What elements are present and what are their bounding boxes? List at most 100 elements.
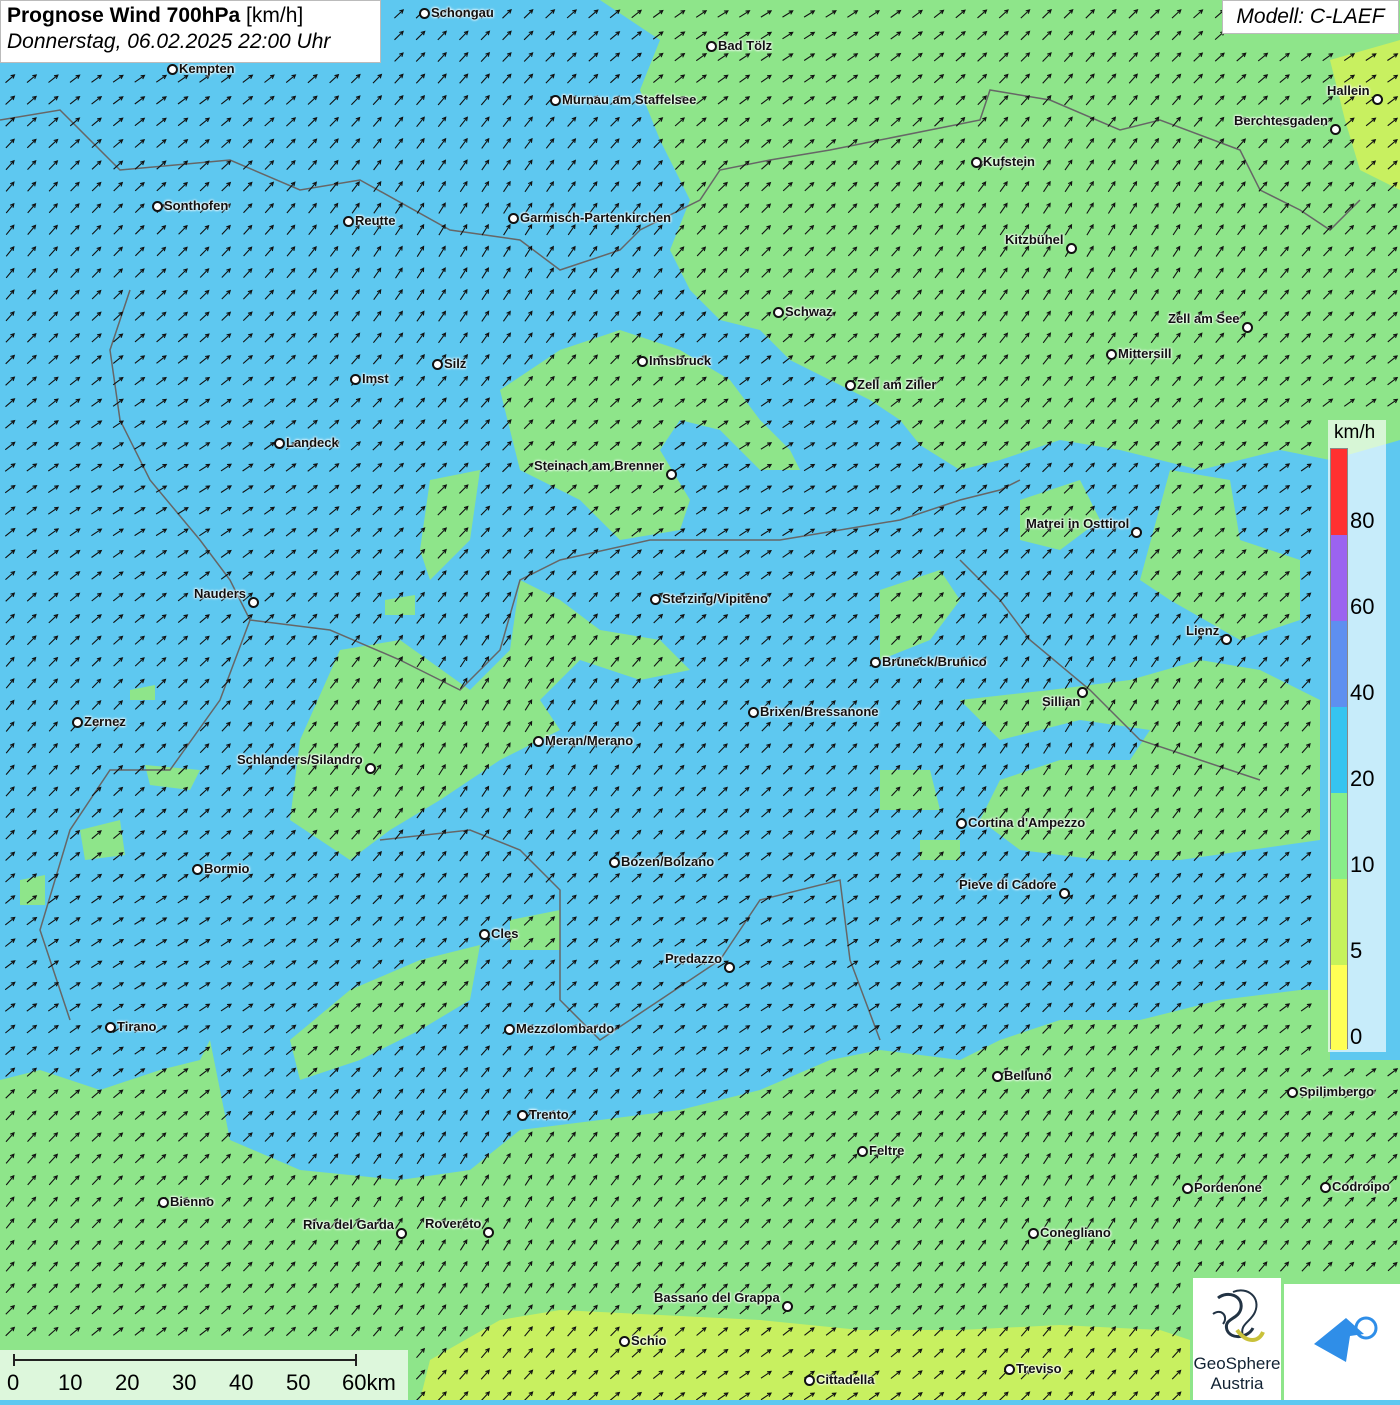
legend-colorbar bbox=[1330, 448, 1348, 1050]
austria-text: Austria bbox=[1210, 1374, 1264, 1393]
legend-label-20: 20 bbox=[1350, 766, 1375, 791]
city-marker-sterzing-vipiteno bbox=[650, 594, 661, 605]
legend-label-40: 40 bbox=[1350, 680, 1375, 705]
forecast-date: Donnerstag, 06.02.2025 22:00 Uhr bbox=[7, 30, 331, 53]
city-label-kufstein: Kufstein bbox=[983, 154, 1035, 169]
city-label-reutte: Reutte bbox=[355, 213, 396, 228]
color-legend: km/h 80 60 40 20 10 5 0 bbox=[1328, 420, 1386, 1052]
city-label-feltre: Feltre bbox=[869, 1143, 905, 1158]
city-label-garmisch-partenkirchen: Garmisch-Partenkirchen bbox=[520, 210, 672, 225]
city-label-landeck: Landeck bbox=[286, 435, 339, 450]
city-marker-sonthofen bbox=[152, 201, 163, 212]
city-label-spilimbergo: Spilimbergo bbox=[1299, 1084, 1375, 1099]
city-label-tirano: Tirano bbox=[117, 1019, 157, 1034]
city-marker-reutte bbox=[343, 216, 354, 227]
city-marker-matrei-in-osttirol bbox=[1131, 527, 1142, 538]
city-marker-kempten bbox=[167, 64, 178, 75]
scale-label-30: 30 bbox=[172, 1370, 197, 1395]
city-marker-trento bbox=[517, 1110, 528, 1121]
city-marker-steinach-am-brenner bbox=[666, 469, 677, 480]
city-marker-bienno bbox=[158, 1197, 169, 1208]
city-label-imst: Imst bbox=[362, 371, 389, 386]
legend-unit: km/h bbox=[1334, 422, 1376, 443]
model-label: Modell: C-LAEF bbox=[1222, 0, 1399, 34]
city-label-treviso: Treviso bbox=[1016, 1361, 1062, 1376]
legend-seg-60 bbox=[1331, 535, 1347, 621]
city-marker-silz bbox=[432, 359, 443, 370]
city-marker-cles bbox=[479, 929, 490, 940]
city-marker-schwaz bbox=[773, 307, 784, 318]
city-marker-lienz bbox=[1221, 634, 1232, 645]
city-label-rovereto: Rovereto bbox=[425, 1216, 482, 1231]
city-marker-schongau bbox=[419, 8, 430, 19]
legend-seg-5 bbox=[1331, 879, 1347, 965]
scale-label-40: 40 bbox=[229, 1370, 254, 1395]
city-marker-bozen-bolzano bbox=[609, 857, 620, 868]
legend-label-60: 60 bbox=[1350, 594, 1375, 619]
city-label-bruneck-brunico: Bruneck/Brunico bbox=[882, 654, 987, 669]
city-marker-tirano bbox=[105, 1022, 116, 1033]
city-marker-schlanders-silandro bbox=[365, 763, 376, 774]
city-label-mezzolombardo: Mezzolombardo bbox=[516, 1021, 615, 1036]
scale-label-0: 0 bbox=[7, 1370, 20, 1395]
city-label-sterzing-vipiteno: Sterzing/Vipiteno bbox=[662, 591, 768, 606]
scale-label-60km: 60km bbox=[342, 1370, 396, 1395]
city-label-murnau-am-staffelsee: Murnau am Staffelsee bbox=[562, 92, 697, 107]
city-marker-predazzo bbox=[724, 962, 735, 973]
city-label-zernez: Zernez bbox=[84, 714, 126, 729]
legend-label-0: 0 bbox=[1350, 1024, 1363, 1049]
arrow-cloud-icon bbox=[1314, 1316, 1378, 1362]
city-marker-mezzolombardo bbox=[504, 1024, 515, 1035]
legend-label-10: 10 bbox=[1350, 852, 1375, 877]
city-marker-bruneck-brunico bbox=[870, 657, 881, 668]
city-label-zell-am-ziller: Zell am Ziller bbox=[857, 377, 937, 392]
city-marker-murnau-am-staffelsee bbox=[550, 95, 561, 106]
city-marker-schio bbox=[619, 1336, 630, 1347]
city-marker-meran-merano bbox=[533, 736, 544, 747]
city-label-steinach-am-brenner: Steinach am Brenner bbox=[534, 458, 665, 473]
city-label-meran-merano: Meran/Merano bbox=[545, 733, 634, 748]
city-label-berchtesgaden: Berchtesgaden bbox=[1234, 113, 1328, 128]
city-label-pordenone: Pordenone bbox=[1194, 1180, 1262, 1195]
city-marker-brixen-bressanone bbox=[748, 707, 759, 718]
city-marker-cittadella bbox=[804, 1375, 815, 1386]
city-marker-berchtesgaden bbox=[1330, 124, 1341, 135]
city-label-cles: Cles bbox=[491, 926, 519, 941]
city-marker-kitzbuhel bbox=[1066, 243, 1077, 254]
city-label-pieve-di-cadore: Pieve di Cadore bbox=[959, 877, 1057, 892]
city-label-kitzbuhel: Kitzbühel bbox=[1005, 232, 1064, 247]
city-label-predazzo: Predazzo bbox=[665, 951, 723, 966]
city-marker-nauders bbox=[248, 597, 259, 608]
city-marker-belluno bbox=[992, 1071, 1003, 1082]
city-label-cortina-d-ampezzo: Cortina d'Ampezzo bbox=[968, 815, 1086, 830]
title-bold: Prognose Wind 700hPa bbox=[7, 4, 241, 27]
scale-label-50: 50 bbox=[286, 1370, 311, 1395]
legend-seg-10 bbox=[1331, 793, 1347, 879]
city-marker-hallein bbox=[1372, 94, 1383, 105]
app-logo bbox=[1284, 1284, 1400, 1400]
city-label-conegliano: Conegliano bbox=[1040, 1225, 1111, 1240]
city-marker-rovereto bbox=[483, 1227, 494, 1238]
title-panel: Prognose Wind 700hPa [km/h] Donnerstag, … bbox=[0, 0, 381, 63]
legend-seg-0 bbox=[1331, 965, 1347, 1050]
city-label-codroipo: Codroipo bbox=[1332, 1179, 1390, 1194]
city-marker-bassano-del-grappa bbox=[782, 1301, 793, 1312]
scale-bar: 0 10 20 30 40 50 60km bbox=[0, 1350, 408, 1400]
city-label-bozen-bolzano: Bozen/Bolzano bbox=[621, 854, 715, 869]
city-marker-feltre bbox=[857, 1146, 868, 1157]
city-label-schwaz: Schwaz bbox=[785, 304, 833, 319]
city-marker-codroipo bbox=[1320, 1182, 1331, 1193]
legend-seg-80 bbox=[1331, 449, 1347, 535]
scale-label-20: 20 bbox=[115, 1370, 140, 1395]
city-marker-conegliano bbox=[1028, 1228, 1039, 1239]
title-unit: [km/h] bbox=[246, 4, 304, 27]
city-label-sillian: Sillian bbox=[1042, 694, 1081, 709]
city-label-lienz: Lienz bbox=[1186, 623, 1220, 638]
city-label-bormio: Bormio bbox=[204, 861, 250, 876]
map-title: Prognose Wind 700hPa [km/h] bbox=[7, 4, 374, 28]
city-label-bienno: Bienno bbox=[170, 1194, 215, 1209]
city-label-brixen-bressanone: Brixen/Bressanone bbox=[760, 704, 879, 719]
scale-label-10: 10 bbox=[58, 1370, 83, 1395]
city-label-riva-del-garda: Riva del Garda bbox=[303, 1217, 395, 1232]
city-label-trento: Trento bbox=[529, 1107, 569, 1122]
